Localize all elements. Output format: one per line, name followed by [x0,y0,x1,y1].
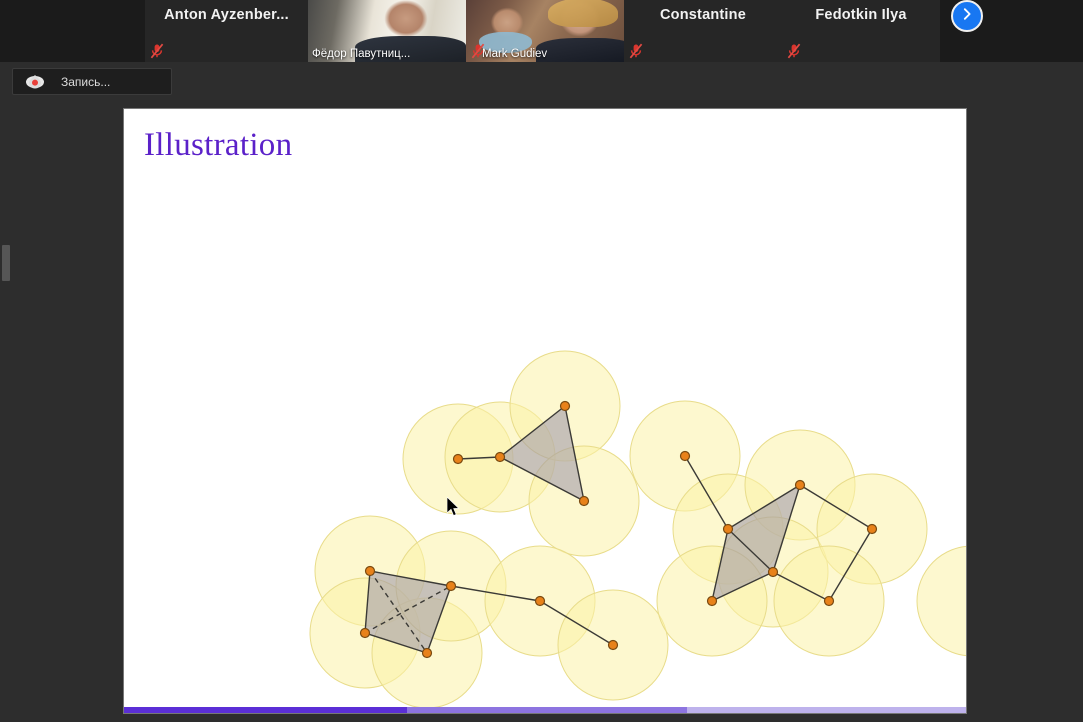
zoom-screenshare-window: Anton Ayzenber... Фёдор Павутниц... Mark G… [0,0,1083,722]
data-point-vertex [866,523,878,535]
progress-segment[interactable] [407,707,687,713]
microphone-muted-icon [787,43,801,59]
participant-name: Mark Gudiev [482,48,548,60]
slide-progress-bar [124,707,966,713]
progress-segment[interactable] [687,707,966,713]
progress-segment[interactable] [124,707,407,713]
data-point-vertex [364,565,376,577]
data-point-vertex [823,595,835,607]
participant-name: Фёдор Павутниц... [312,48,411,60]
simplicial-complex-figure [309,350,966,709]
participant-tile[interactable]: Anton Ayzenber... [145,0,308,62]
microphone-muted-icon [471,43,485,59]
participant-tile[interactable]: Mark Gudiev [466,0,624,62]
data-point-vertex [767,566,779,578]
presentation-slide: Illustration [124,109,966,713]
recording-indicator[interactable]: Запись... [12,68,172,95]
data-point-vertex [494,451,506,463]
data-point-vertex [578,495,590,507]
data-point-vertex [722,523,734,535]
participant-name: Constantine [660,7,746,23]
participant-tile[interactable]: Constantine [624,0,782,62]
data-point-vertex [706,595,718,607]
coverage-disk [916,545,966,657]
chevron-right-icon [960,7,974,26]
data-point-vertex [445,580,457,592]
participant-tile[interactable]: Fedotkin Ilya [782,0,940,62]
data-point-vertex [559,400,571,412]
participant-filmstrip: Anton Ayzenber... Фёдор Павутниц... Mark G… [0,0,1083,62]
participant-tile[interactable]: Фёдор Павутниц... [308,0,466,62]
panel-drag-handle[interactable] [2,245,10,281]
recording-label: Запись... [61,74,111,89]
filmstrip-next-button[interactable] [951,0,983,32]
data-point-vertex [359,627,371,639]
data-point-vertex [421,647,433,659]
data-point-vertex [607,639,619,651]
video-feed-detail [548,0,618,28]
record-drop-icon [25,74,45,89]
data-point-vertex [534,595,546,607]
microphone-muted-icon [629,43,643,59]
participant-name: Fedotkin Ilya [815,7,907,23]
data-point-vertex [679,450,691,462]
microphone-muted-icon [150,43,164,59]
data-point-vertex [452,453,464,465]
participant-name: Anton Ayzenber... [164,7,289,23]
data-point-vertex [794,479,806,491]
